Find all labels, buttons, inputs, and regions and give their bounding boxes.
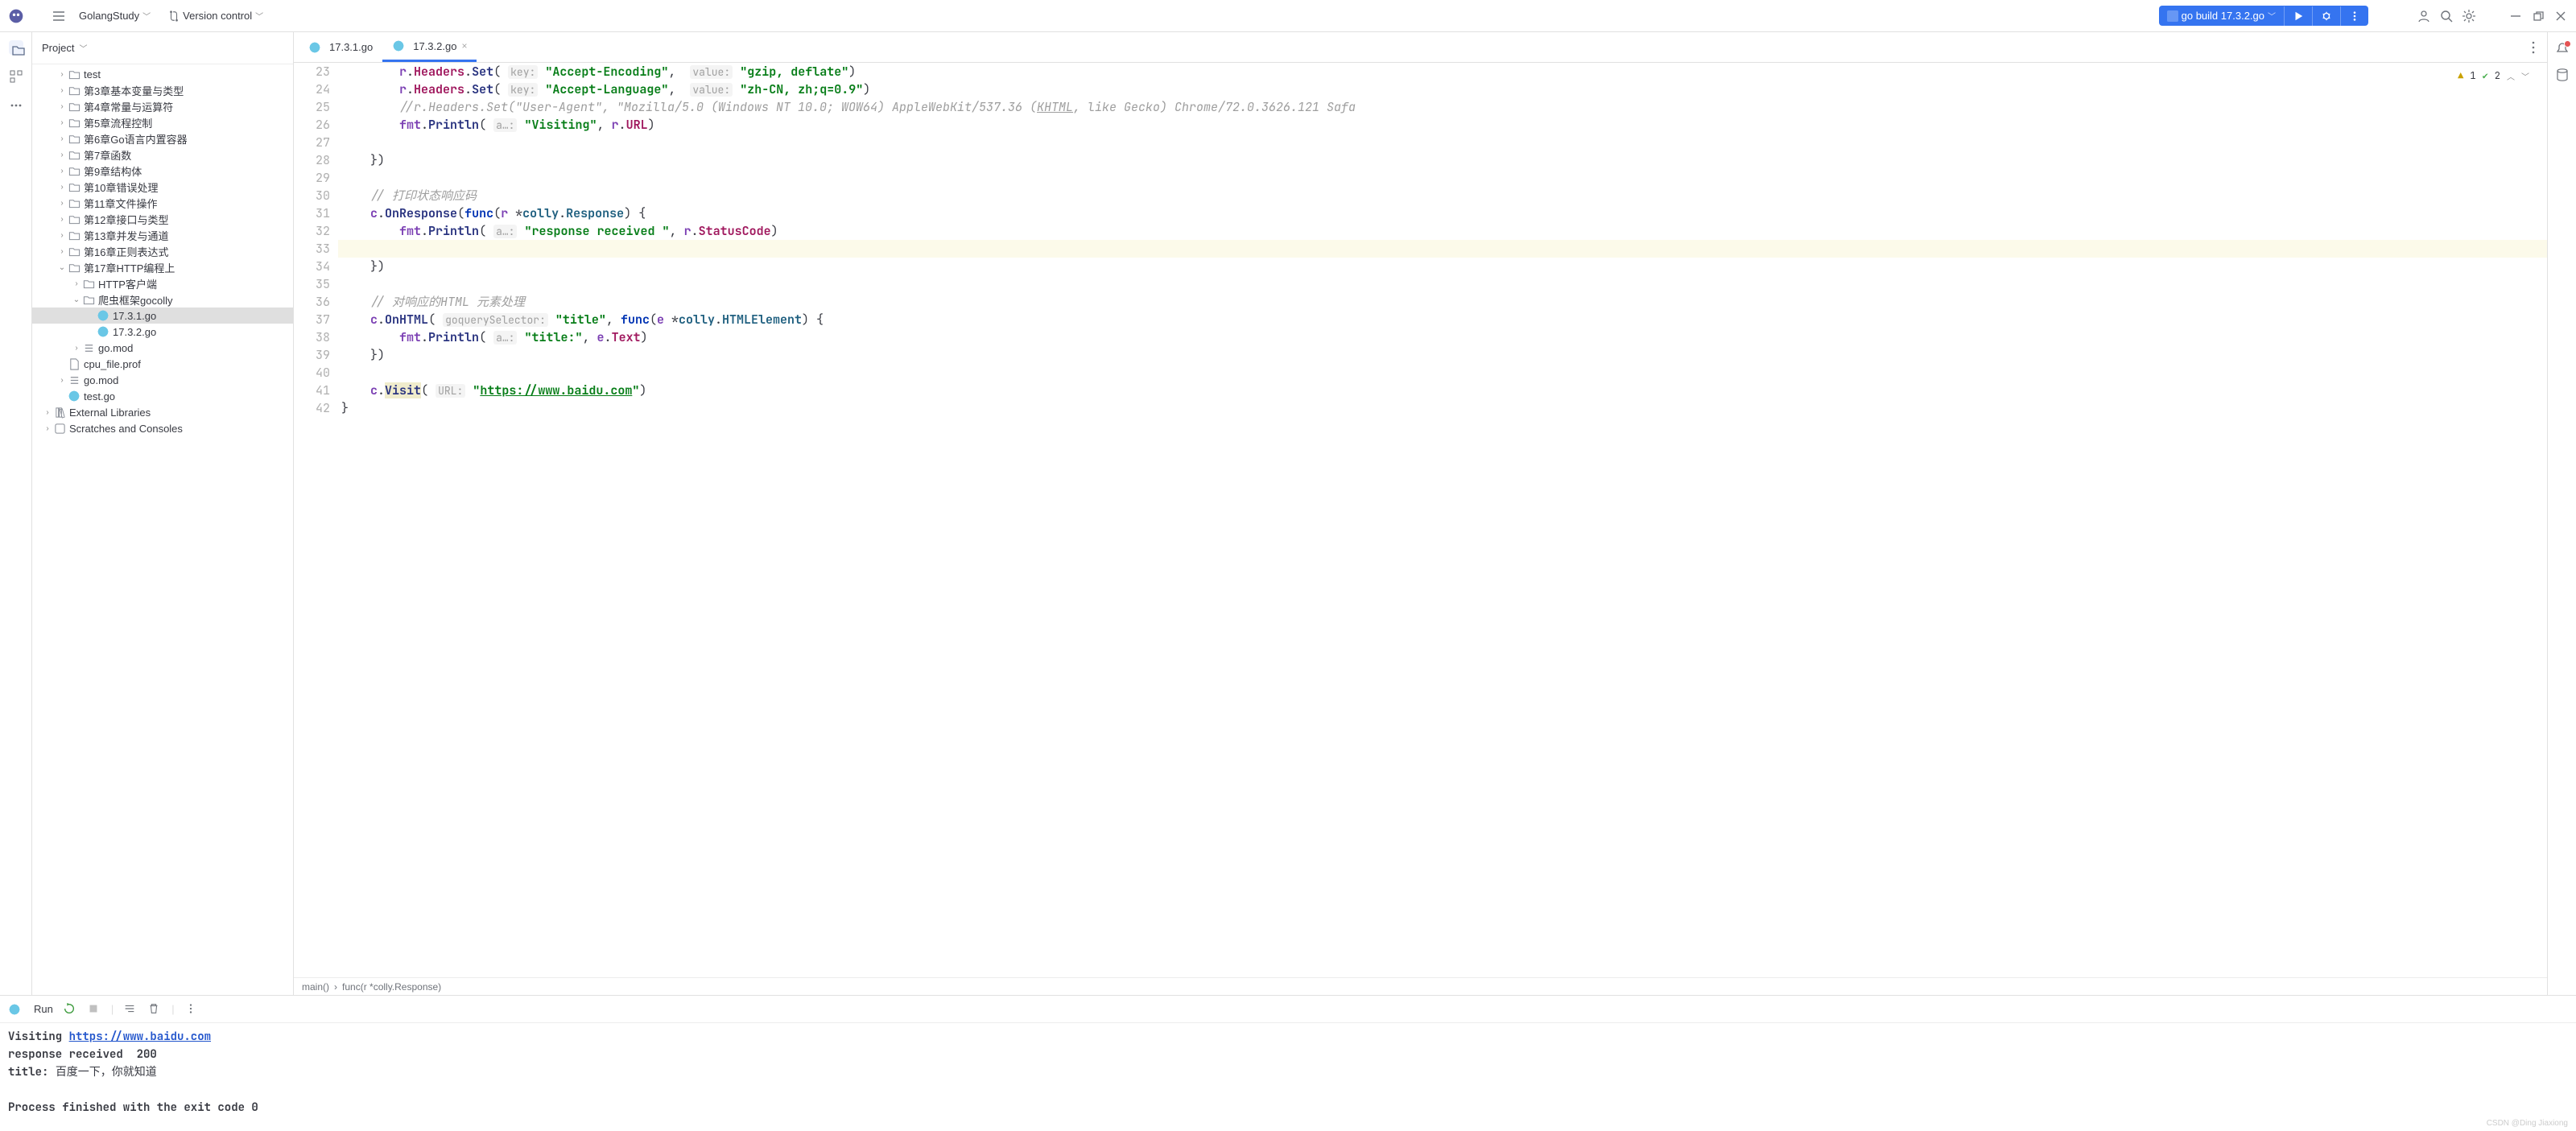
tree-item[interactable]: ›第10章错误处理	[32, 179, 293, 195]
warning-count: 1	[2470, 69, 2475, 82]
run-tool-window: Run | | Visiting https://www.baidu.com r…	[0, 995, 2576, 1131]
tree-item[interactable]: ›第12章接口与类型	[32, 211, 293, 227]
trash-icon[interactable]	[147, 1002, 162, 1017]
code-editor[interactable]: 2324252627282930313233343536373839404142…	[294, 63, 2547, 977]
tree-item[interactable]: ›go.mod	[32, 340, 293, 356]
run-button[interactable]	[2284, 6, 2312, 26]
console-line: Visiting	[8, 1030, 69, 1044]
account-icon[interactable]	[2417, 9, 2431, 23]
tree-item[interactable]: ⌄爬虫框架gocolly	[32, 291, 293, 308]
run-config-group: go build 17.3.2.go ﹀	[2159, 6, 2368, 26]
search-icon[interactable]	[2439, 9, 2454, 23]
titlebar: GolangStudy ﹀ Version control ﹀ go build…	[0, 0, 2576, 32]
tree-item[interactable]: ›HTTP客户端	[32, 275, 293, 291]
minimize-icon[interactable]	[2508, 9, 2523, 23]
project-crumb[interactable]: GolangStudy ﹀	[74, 7, 155, 24]
tree-item[interactable]: 17.3.1.go	[32, 308, 293, 324]
tree-item[interactable]: ›第5章流程控制	[32, 114, 293, 130]
ok-count: 2	[2495, 69, 2500, 82]
breadcrumb[interactable]: func(r *colly.Response)	[342, 981, 441, 993]
rerun-icon[interactable]	[63, 1002, 77, 1017]
tab-more-icon[interactable]	[2526, 40, 2541, 55]
tree-item[interactable]: ›第9章结构体	[32, 163, 293, 179]
console-line: 百度一下，你就知道	[56, 1065, 157, 1079]
tree-item[interactable]: ›第16章正则表达式	[32, 243, 293, 259]
breadcrumb-sep: ›	[334, 981, 337, 993]
tree-item[interactable]: ›第13章并发与通道	[32, 227, 293, 243]
tree-item[interactable]: ›go.mod	[32, 372, 293, 388]
tree-item[interactable]: cpu_file.prof	[32, 356, 293, 372]
editor-tab[interactable]: 17.3.1.go	[299, 32, 382, 62]
stop-icon[interactable]	[87, 1002, 101, 1017]
restore-icon[interactable]	[2531, 9, 2545, 23]
layout-icon[interactable]	[123, 1002, 138, 1017]
go-icon	[308, 41, 321, 54]
editor-tab[interactable]: 17.3.2.go×	[382, 32, 477, 62]
notifications-icon[interactable]	[2555, 42, 2570, 56]
tree-item[interactable]: ›第6章Go语言内置容器	[32, 130, 293, 147]
vcs-crumb[interactable]: Version control ﹀	[163, 7, 268, 24]
console-output[interactable]: Visiting https://www.baidu.com response …	[0, 1023, 2576, 1131]
tree-item[interactable]: ›第3章基本变量与类型	[32, 82, 293, 98]
run-header: Run | |	[0, 996, 2576, 1023]
run-config-label: go build 17.3.2.go	[2182, 10, 2264, 22]
more-button[interactable]	[2340, 6, 2368, 26]
database-icon[interactable]	[2555, 68, 2570, 82]
console-line: title:	[8, 1065, 56, 1079]
chevron-down-icon: ﹀	[79, 42, 87, 54]
tree-item[interactable]: ›Scratches and Consoles	[32, 420, 293, 436]
vcs-label: Version control	[183, 10, 252, 22]
breadcrumb[interactable]: main()	[302, 981, 329, 993]
settings-icon[interactable]	[2462, 9, 2476, 23]
chevron-down-icon: ﹀	[142, 10, 151, 22]
tree-item[interactable]: ›第4章常量与运算符	[32, 98, 293, 114]
go-icon	[392, 39, 405, 52]
editor-tabs: 17.3.1.go17.3.2.go×	[294, 32, 2547, 63]
console-exit: Process finished with the exit code 0	[8, 1100, 258, 1115]
watermark: CSDN @Ding Jiaxiong	[2487, 1119, 2568, 1128]
app-icon	[8, 8, 24, 24]
go-icon	[8, 1003, 21, 1016]
chevron-up-icon[interactable]: ︿	[2507, 70, 2515, 82]
right-tool-rail	[2547, 32, 2576, 995]
tree-item[interactable]: ›第7章函数	[32, 147, 293, 163]
more-tool-icon[interactable]	[9, 98, 23, 113]
tree-item[interactable]: ›第11章文件操作	[32, 195, 293, 211]
structure-tool-icon[interactable]	[9, 69, 23, 84]
chevron-down-icon[interactable]: ﹀	[2521, 70, 2529, 82]
tree-item[interactable]: 17.3.2.go	[32, 324, 293, 340]
chevron-down-icon: ﹀	[2268, 10, 2276, 22]
main-area: Project ﹀ ›test›第3章基本变量与类型›第4章常量与运算符›第5章…	[0, 32, 2576, 995]
project-tree[interactable]: ›test›第3章基本变量与类型›第4章常量与运算符›第5章流程控制›第6章Go…	[32, 64, 293, 995]
more-icon[interactable]	[184, 1002, 199, 1017]
debug-button[interactable]	[2312, 6, 2340, 26]
editor-area: 17.3.1.go17.3.2.go× 23242526272829303132…	[294, 32, 2547, 995]
tree-item[interactable]: ›test	[32, 66, 293, 82]
project-name: GolangStudy	[79, 10, 139, 22]
code-content[interactable]: r.Headers.Set( key: "Accept-Encoding", v…	[338, 63, 2547, 977]
project-pane: Project ﹀ ›test›第3章基本变量与类型›第4章常量与运算符›第5章…	[32, 32, 294, 995]
chevron-down-icon: ﹀	[255, 10, 263, 22]
hamburger-icon[interactable]	[52, 9, 66, 23]
close-tab-icon[interactable]: ×	[461, 40, 467, 52]
breadcrumb-bar: main() › func(r *colly.Response)	[294, 977, 2547, 995]
tree-item[interactable]: test.go	[32, 388, 293, 404]
tree-item[interactable]: ⌄第17章HTTP编程上	[32, 259, 293, 275]
project-pane-title: Project	[42, 42, 74, 54]
inspections-widget[interactable]: ▲ 1 ✔ 2 ︿ ﹀	[2454, 68, 2533, 84]
project-pane-header[interactable]: Project ﹀	[32, 32, 293, 64]
close-icon[interactable]	[2553, 9, 2568, 23]
ok-icon: ✔	[2483, 69, 2488, 82]
left-tool-rail	[0, 32, 32, 995]
tree-item[interactable]: ›External Libraries	[32, 404, 293, 420]
console-link[interactable]: https://www.baidu.com	[69, 1030, 211, 1044]
run-config-dropdown[interactable]: go build 17.3.2.go ﹀	[2159, 6, 2284, 26]
console-line: response received 200	[8, 1047, 157, 1062]
project-tool-icon[interactable]	[9, 40, 23, 55]
run-tab-label[interactable]: Run	[34, 1003, 53, 1015]
gutter: 2324252627282930313233343536373839404142	[294, 63, 338, 977]
warning-icon: ▲	[2458, 69, 2463, 82]
